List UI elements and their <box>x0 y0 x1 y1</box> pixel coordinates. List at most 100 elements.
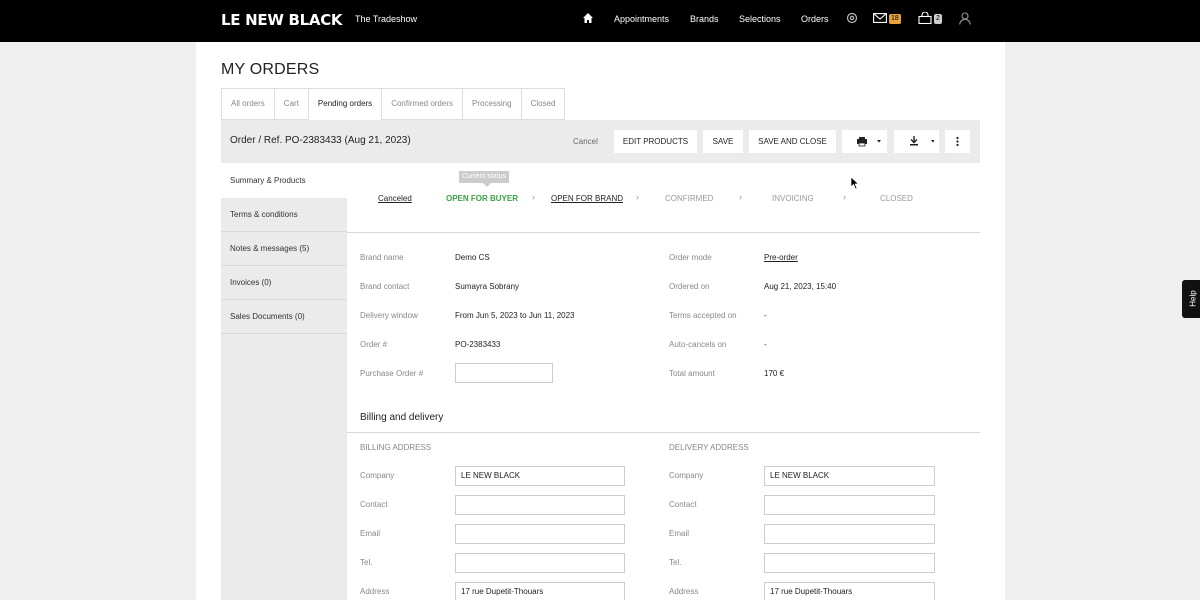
settings-icon[interactable] <box>846 12 858 24</box>
nav-appointments[interactable]: Appointments <box>614 14 669 24</box>
page-title: MY ORDERS <box>221 61 320 78</box>
billing-address-heading: BILLING ADDRESS <box>360 443 432 452</box>
messages-count-badge: 18 <box>889 14 901 24</box>
brand-contact-value: Sumayra Sobrany <box>455 282 520 291</box>
ordered-on-value: Aug 21, 2023, 15:40 <box>764 282 837 291</box>
mail-icon[interactable] <box>873 13 887 23</box>
status-step-open-for-brand[interactable]: OPEN FOR BRAND <box>551 194 623 203</box>
nav-brands[interactable]: Brands <box>690 14 719 24</box>
help-tab[interactable]: Help <box>1182 280 1200 318</box>
brand-name-label: Brand name <box>360 253 404 262</box>
billing-address-label: Address <box>360 587 390 596</box>
brand-logo[interactable]: LE NEW BLACK <box>221 11 343 29</box>
delivery-email-input[interactable] <box>764 524 935 544</box>
cancel-link[interactable]: Cancel <box>573 137 598 146</box>
ordered-on-label: Ordered on <box>669 282 710 291</box>
side-menu-filler <box>221 334 347 600</box>
tab-pending-orders[interactable]: Pending orders <box>307 88 382 120</box>
delivery-contact-input[interactable] <box>764 495 935 515</box>
tab-closed[interactable]: Closed <box>520 88 566 120</box>
chevron-right-icon: › <box>843 192 846 202</box>
delivery-window-value: From Jun 5, 2023 to Jun 11, 2023 <box>455 311 575 320</box>
billing-delivery-title: Billing and delivery <box>360 412 444 423</box>
order-action-bar: Order / Ref. PO-2383433 (Aug 21, 2023) C… <box>221 120 980 163</box>
cart-icon[interactable] <box>918 12 932 24</box>
tab-all-orders[interactable]: All orders <box>221 88 274 120</box>
top-navigation-bar: LE NEW BLACK The Tradeshow Appointments … <box>0 0 1200 42</box>
side-item-terms[interactable]: Terms & conditions <box>221 198 347 232</box>
delivery-address-input[interactable]: 17 rue Dupetit-Thouars <box>764 582 935 600</box>
download-icon <box>909 136 935 146</box>
auto-cancels-value: - <box>764 340 767 349</box>
tab-processing[interactable]: Processing <box>462 88 521 120</box>
side-item-notes[interactable]: Notes & messages (5) <box>221 232 347 266</box>
total-amount-label: Total amount <box>669 369 715 378</box>
order-mode-value[interactable]: Pre-order <box>764 253 798 262</box>
side-item-summary-products[interactable]: Summary & Products <box>221 164 347 198</box>
delivery-address-heading: DELIVERY ADDRESS <box>669 443 749 452</box>
current-status-tooltip: Current status <box>459 171 509 187</box>
print-dropdown-button[interactable] <box>842 130 887 153</box>
cart-count-badge: 2 <box>934 14 942 24</box>
nav-orders[interactable]: Orders <box>801 14 829 24</box>
order-number-value: PO-2383433 <box>455 340 501 349</box>
brand-contact-label: Brand contact <box>360 282 410 291</box>
chevron-right-icon: › <box>739 192 742 202</box>
billing-contact-label: Contact <box>360 500 388 509</box>
more-options-button[interactable] <box>945 130 970 153</box>
divider <box>347 432 980 433</box>
chevron-right-icon: › <box>636 192 639 202</box>
divider <box>347 232 980 233</box>
order-mode-label: Order mode <box>669 253 712 262</box>
delivery-company-label: Company <box>669 471 704 480</box>
home-icon[interactable] <box>582 12 594 24</box>
status-step-confirmed: CONFIRMED <box>665 194 714 203</box>
tab-confirmed-orders[interactable]: Confirmed orders <box>381 88 462 120</box>
delivery-company-input[interactable]: LE NEW BLACK <box>764 466 935 486</box>
delivery-address-label: Address <box>669 587 699 596</box>
billing-contact-input[interactable] <box>455 495 625 515</box>
download-dropdown-button[interactable] <box>894 130 939 153</box>
side-item-sales-documents[interactable]: Sales Documents (0) <box>221 300 347 334</box>
billing-tel-input[interactable] <box>455 553 625 573</box>
help-label: Help <box>1188 290 1198 307</box>
order-reference: Order / Ref. PO-2383433 (Aug 21, 2023) <box>230 135 411 146</box>
billing-address-input[interactable]: 17 rue Dupetit-Thouars <box>455 582 625 600</box>
delivery-email-label: Email <box>669 529 690 538</box>
delivery-tel-input[interactable] <box>764 553 935 573</box>
terms-accepted-label: Terms accepted on <box>669 311 737 320</box>
billing-email-input[interactable] <box>455 524 625 544</box>
delivery-window-label: Delivery window <box>360 311 418 320</box>
auto-cancels-label: Auto-cancels on <box>669 340 727 349</box>
more-vertical-icon <box>956 136 959 147</box>
mouse-cursor-icon <box>850 176 860 190</box>
purchase-order-label: Purchase Order # <box>360 369 424 378</box>
side-item-invoices[interactable]: Invoices (0) <box>221 266 347 300</box>
purchase-order-input[interactable] <box>455 363 553 383</box>
order-number-label: Order # <box>360 340 388 349</box>
status-step-open-for-buyer: OPEN FOR BUYER <box>446 194 519 203</box>
order-section-menu: Summary & Products Terms & conditions No… <box>221 164 347 334</box>
billing-tel-label: Tel. <box>360 558 373 567</box>
status-step-invoicing: INVOICING <box>772 194 814 203</box>
tab-cart[interactable]: Cart <box>273 88 308 120</box>
user-icon[interactable] <box>959 12 971 25</box>
edit-products-button[interactable]: EDIT PRODUCTS <box>614 130 697 153</box>
save-button[interactable]: SAVE <box>703 130 743 153</box>
order-tabs: All orders Cart Pending orders Confirmed… <box>221 88 566 120</box>
billing-email-label: Email <box>360 529 381 538</box>
brand-name-value: Demo CS <box>455 253 490 262</box>
delivery-tel-label: Tel. <box>669 558 682 567</box>
billing-company-input[interactable]: LE NEW BLACK <box>455 466 625 486</box>
delivery-contact-label: Contact <box>669 500 697 509</box>
chevron-right-icon: › <box>532 192 535 202</box>
status-step-closed: CLOSED <box>880 194 913 203</box>
nav-selections[interactable]: Selections <box>739 14 781 24</box>
total-amount-value: 170 € <box>764 369 785 378</box>
tradeshow-label[interactable]: The Tradeshow <box>355 14 417 24</box>
terms-accepted-value: - <box>764 311 767 320</box>
save-and-close-button[interactable]: SAVE AND CLOSE <box>749 130 836 153</box>
print-icon <box>856 137 881 147</box>
billing-company-label: Company <box>360 471 395 480</box>
status-step-canceled[interactable]: Canceled <box>378 194 412 203</box>
